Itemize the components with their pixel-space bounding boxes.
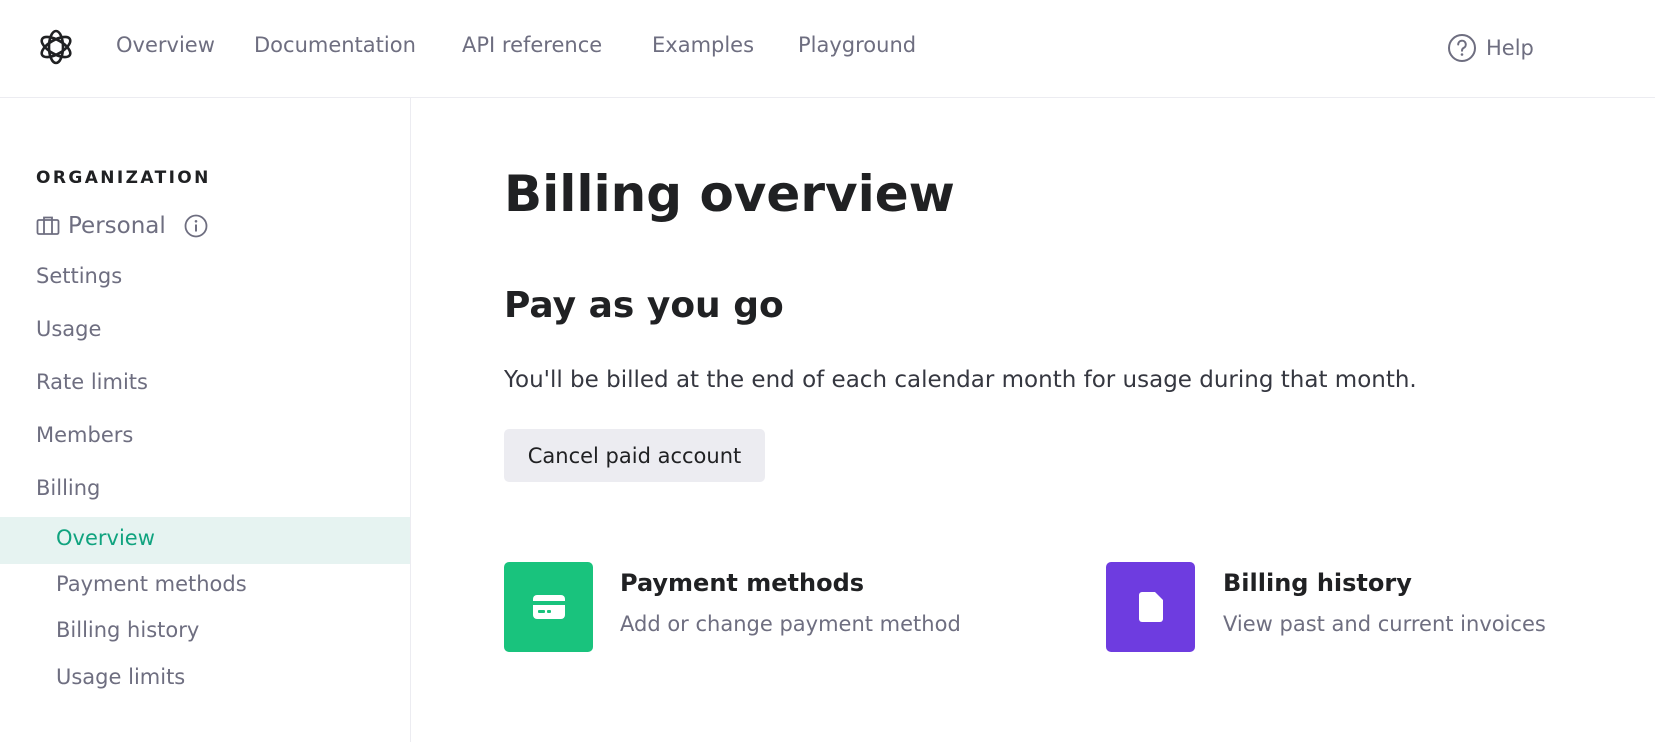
payment-methods-card-icon[interactable]: [504, 562, 593, 652]
billing-history-card-subtitle: View past and current invoices: [1223, 612, 1546, 636]
sidebar-subitem-payment-methods[interactable]: Payment methods: [56, 572, 247, 596]
top-nav-bar: Overview Documentation API reference Exa…: [0, 0, 1655, 98]
info-icon[interactable]: [184, 214, 208, 238]
openai-logo-icon[interactable]: [36, 27, 76, 67]
sidebar-subitem-usage-limits[interactable]: Usage limits: [56, 665, 185, 689]
help-label: Help: [1486, 36, 1534, 60]
billing-history-card-title[interactable]: Billing history: [1223, 569, 1412, 597]
nav-api-reference[interactable]: API reference: [462, 33, 602, 57]
briefcase-icon: [36, 216, 60, 235]
nav-examples[interactable]: Examples: [652, 33, 754, 57]
payment-methods-card-title[interactable]: Payment methods: [620, 569, 864, 597]
credit-card-icon: [532, 595, 565, 619]
sidebar: [0, 98, 411, 742]
organization-name: Personal: [68, 213, 166, 239]
document-icon: [1138, 592, 1163, 622]
organization-heading: ORGANIZATION: [36, 168, 211, 188]
organization-selector[interactable]: Personal: [36, 213, 208, 239]
sidebar-subitem-billing-history[interactable]: Billing history: [56, 618, 199, 642]
nav-documentation[interactable]: Documentation: [254, 33, 416, 57]
sidebar-subitem-overview[interactable]: Overview: [56, 526, 155, 550]
payment-methods-card-subtitle: Add or change payment method: [620, 612, 961, 636]
cancel-paid-account-button[interactable]: Cancel paid account: [504, 429, 765, 482]
sidebar-item-billing[interactable]: Billing: [36, 476, 100, 500]
sidebar-item-rate-limits[interactable]: Rate limits: [36, 370, 148, 394]
nav-playground[interactable]: Playground: [798, 33, 916, 57]
sidebar-item-usage[interactable]: Usage: [36, 317, 101, 341]
page-title: Billing overview: [504, 165, 955, 223]
nav-overview[interactable]: Overview: [116, 33, 215, 57]
billing-history-card-icon[interactable]: [1106, 562, 1195, 652]
help-link[interactable]: Help: [1447, 33, 1534, 63]
help-circle-icon: [1448, 34, 1476, 62]
billing-description: You'll be billed at the end of each cale…: [504, 367, 1417, 393]
sidebar-item-settings[interactable]: Settings: [36, 264, 122, 288]
sidebar-item-members[interactable]: Members: [36, 423, 133, 447]
section-title: Pay as you go: [504, 285, 784, 326]
